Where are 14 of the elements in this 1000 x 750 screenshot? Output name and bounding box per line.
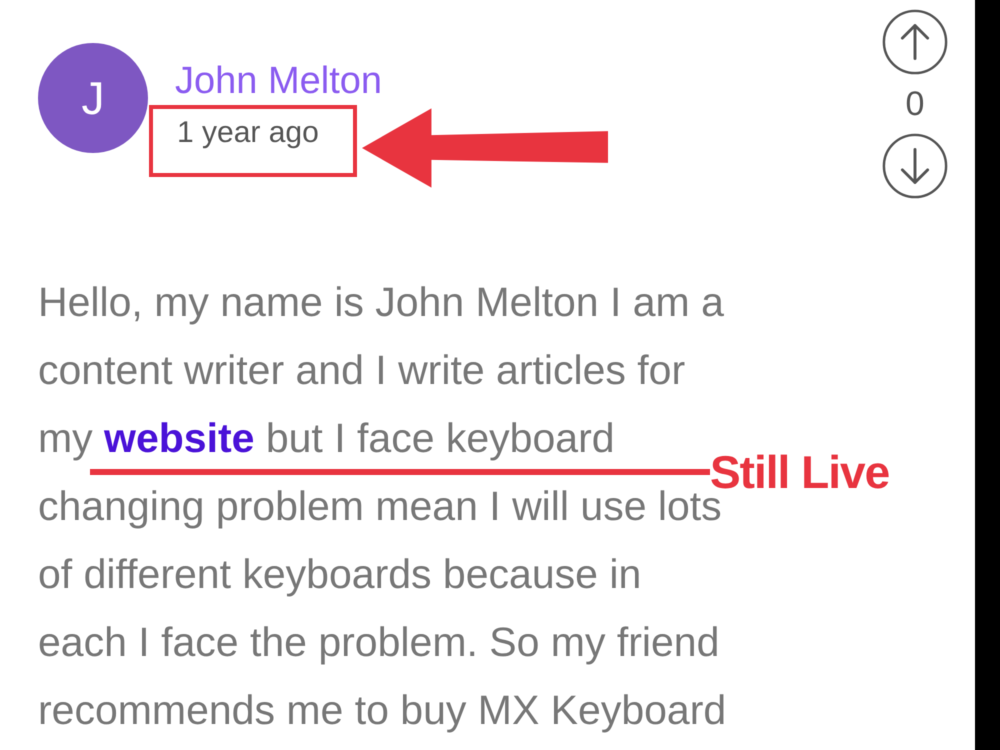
comment-line: recommends me to buy MX Keyboard: [38, 688, 726, 732]
arrow-icon: [362, 108, 610, 188]
comment-line: my website but I face keyboard: [38, 416, 615, 460]
timestamp: 1 year ago: [177, 116, 319, 150]
comment-line: each I face the problem. So my friend: [38, 620, 720, 664]
upvote-icon[interactable]: [881, 8, 949, 76]
downvote-icon[interactable]: [881, 132, 949, 200]
vote-count: 0: [906, 84, 924, 124]
avatar: J: [38, 43, 148, 153]
website-link[interactable]: website: [104, 415, 254, 461]
comment-line: Hello, my name is John Melton I am a: [38, 280, 724, 324]
comment-line: content writer and I write articles for: [38, 348, 686, 392]
author-name[interactable]: John Melton: [175, 60, 382, 102]
comment-line: of different keyboards because in: [38, 552, 642, 596]
